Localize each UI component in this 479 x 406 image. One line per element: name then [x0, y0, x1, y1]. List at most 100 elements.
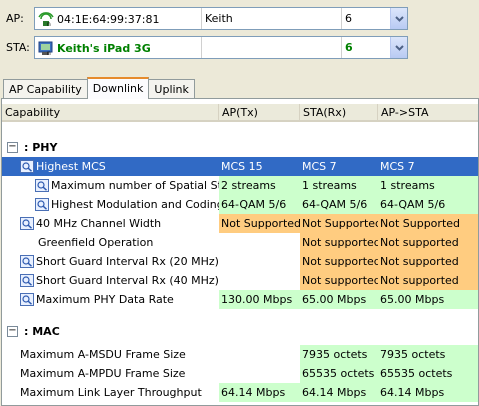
ap-label: AP: [6, 12, 24, 25]
sta-rx-cell: 7935 octets [300, 345, 378, 364]
ap-tx-cell: 2 streams [219, 176, 300, 195]
tab-downlink[interactable]: Downlink [86, 77, 150, 99]
table-row[interactable]: Highest Modulation and Coding ...64-QAM … [2, 195, 478, 214]
ap-tx-cell: 64-QAM 5/6 [219, 195, 300, 214]
ap-sta-cell: Not supported [378, 233, 478, 252]
tab-bar: AP Capability Downlink Uplink [3, 77, 195, 99]
ap-dropdown-button[interactable] [390, 8, 407, 29]
sta-label: STA: [6, 41, 30, 54]
table-row[interactable]: Short Guard Interval Rx (20 MHz) Not supp… [2, 252, 478, 271]
column-header-capability[interactable]: Capability [2, 104, 219, 122]
table-row[interactable]: 40 MHz Channel Width Not Supported Not Sup… [2, 214, 478, 233]
ap-sta-cell: 65.00 Mbps [378, 290, 478, 309]
collapse-toggle[interactable]: − [7, 326, 18, 337]
table-row[interactable]: Maximum A-MPDU Frame Size 65535 octets 655… [2, 364, 478, 383]
ap-combobox[interactable]: n 04:1E:64:99:37:81 Keith 6 [34, 7, 408, 30]
svg-text:n: n [47, 21, 51, 27]
capability-label: Maximum Link Layer Throughput [20, 386, 202, 399]
table-row[interactable]: Greenfield Operation Not supported Not sup… [2, 233, 478, 252]
capability-icon [20, 293, 34, 306]
table-row[interactable]: Highest MCS MCS 15 MCS 7 MCS 7 [2, 157, 478, 176]
sta-selector-row: STA: n Keith's iPad 3G 6 [0, 35, 479, 61]
table-row[interactable]: Maximum PHY Data Rate 130.00 Mbps 65.00 Mb… [2, 290, 478, 309]
capability-cell: Short Guard Interval Rx (20 MHz) [2, 252, 219, 271]
ap-tx-cell [219, 233, 300, 252]
capability-cell: Maximum A-MPDU Frame Size [2, 364, 219, 383]
table-header: Capability AP(Tx) STA(Rx) AP->STA [2, 104, 478, 122]
sta-rx-cell: 64.14 Mbps [300, 383, 378, 402]
capability-label: Highest MCS [36, 160, 106, 173]
chevron-down-icon [394, 15, 404, 22]
ap-tx-cell: Not Supported [219, 214, 300, 233]
sta-rx-cell: 64-QAM 5/6 [300, 195, 378, 214]
ap-sta-cell: Not supported [378, 271, 478, 290]
ap-selector-row: AP: n 04:1E:64:99:37:81 Keith 6 [0, 6, 479, 32]
sta-rx-cell: Not supported [300, 271, 378, 290]
sta-rx-cell: 65.00 Mbps [300, 290, 378, 309]
capability-icon [20, 255, 34, 268]
capability-label: Maximum A-MSDU Frame Size [20, 348, 186, 361]
ap-sta-cell: MCS 7 [380, 160, 415, 173]
sta-name: Keith's iPad 3G [57, 42, 151, 55]
capability-cell: Greenfield Operation [2, 233, 219, 252]
capability-label: 40 MHz Channel Width [36, 217, 162, 230]
capability-cell: Short Guard Interval Rx (40 MHz) [2, 271, 219, 290]
chevron-down-icon [394, 44, 404, 51]
sta-rx-cell: Not Supported [300, 214, 378, 233]
collapse-toggle[interactable]: − [7, 142, 18, 153]
capability-panel: Capability AP(Tx) STA(Rx) AP->STA −: PHY… [1, 98, 479, 406]
group-title: : MAC [24, 325, 60, 338]
sta-dropdown-button[interactable] [390, 37, 407, 58]
sta-rx-cell: MCS 7 [302, 160, 337, 173]
station-icon: n [38, 41, 53, 56]
ap-tx-cell [219, 271, 300, 290]
group-header[interactable]: −: PHY [2, 139, 478, 157]
sta-combobox[interactable]: n Keith's iPad 3G 6 [34, 36, 408, 59]
table-row[interactable]: Maximum A-MSDU Frame Size 7935 octets 7935… [2, 345, 478, 364]
capability-icon [20, 274, 34, 287]
sta-rx-cell: Not supported [300, 233, 378, 252]
table-row[interactable]: Maximum Link Layer Throughput 64.14 Mbps 6… [2, 383, 478, 402]
capability-icon [20, 160, 34, 173]
capability-label: Maximum number of Spatial Str... [51, 179, 219, 192]
capability-icon [20, 217, 34, 230]
capability-label: Short Guard Interval Rx (40 MHz) [36, 274, 219, 287]
capability-icon [35, 179, 49, 192]
ap-tx-cell: 64.14 Mbps [219, 383, 300, 402]
capability-icon [35, 198, 49, 211]
ap-tx-cell [219, 345, 300, 364]
capability-label: Short Guard Interval Rx (20 MHz) [36, 255, 219, 268]
capability-label: Greenfield Operation [38, 236, 154, 249]
column-header-sta-rx[interactable]: STA(Rx) [300, 104, 378, 122]
access-point-icon: n [38, 12, 54, 27]
table-row[interactable]: Maximum number of Spatial Str... 2 stream… [2, 176, 478, 195]
table-row[interactable]: Short Guard Interval Rx (40 MHz) Not supp… [2, 271, 478, 290]
sta-rx-cell: 1 streams [300, 176, 378, 195]
group-header[interactable]: −: MAC [2, 323, 478, 341]
svg-text:n: n [47, 50, 51, 56]
sta-rx-cell: 65535 octets [300, 364, 378, 383]
ap-sta-cell: Not Supported [378, 214, 478, 233]
capability-cell: Maximum A-MSDU Frame Size [2, 345, 219, 364]
tab-uplink[interactable]: Uplink [148, 79, 195, 99]
ap-sta-cell: Not supported [378, 252, 478, 271]
ap-tx-cell: 130.00 Mbps [219, 290, 300, 309]
sta-col2 [201, 37, 341, 58]
capability-cell: Highest Modulation and Coding ... [2, 195, 219, 214]
capability-cell: Maximum PHY Data Rate [2, 290, 219, 309]
capability-cell: Maximum Link Layer Throughput [2, 383, 219, 402]
capability-cell: 40 MHz Channel Width [2, 214, 219, 233]
column-header-ap-tx[interactable]: AP(Tx) [219, 104, 300, 122]
ap-sta-cell: 64-QAM 5/6 [378, 195, 478, 214]
column-header-ap-sta[interactable]: AP->STA [378, 104, 478, 122]
group-title: : PHY [24, 141, 58, 154]
capability-label: Highest Modulation and Coding ... [51, 198, 219, 211]
ap-name: Keith [201, 8, 341, 29]
ap-channel: 6 [341, 8, 389, 29]
tab-ap-capability[interactable]: AP Capability [3, 79, 88, 99]
sta-rx-cell: Not supported [300, 252, 378, 271]
ap-sta-cell: 1 streams [378, 176, 478, 195]
ap-sta-cell: 65535 octets [378, 364, 478, 383]
ap-mac: 04:1E:64:99:37:81 [57, 13, 160, 26]
capability-label: Maximum PHY Data Rate [36, 293, 174, 306]
